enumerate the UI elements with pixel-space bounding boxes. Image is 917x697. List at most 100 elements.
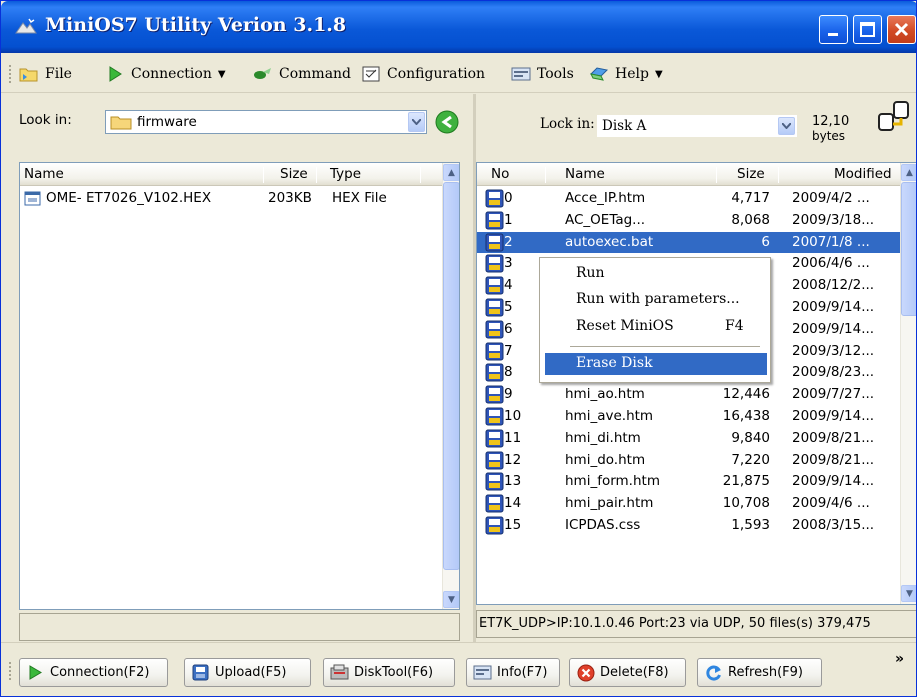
file-size: 8,068 xyxy=(731,211,770,228)
delete-button[interactable]: Delete(F8) xyxy=(569,658,686,687)
go-back-button[interactable] xyxy=(434,109,460,135)
local-folder-combo[interactable]: firmware xyxy=(105,110,427,134)
scrollbar-thumb[interactable] xyxy=(443,182,459,570)
menu-help-label: Help xyxy=(615,66,649,82)
list-item[interactable]: 13 hmi_form.htm 21,875 2009/9/14... xyxy=(477,471,900,492)
disk-file-icon xyxy=(485,254,504,273)
free-space-readout: 12,10 bytes xyxy=(812,115,849,144)
list-item[interactable]: 14 hmi_pair.htm 10,708 2009/4/6 ... xyxy=(477,493,900,514)
disk-link-icon xyxy=(878,101,909,131)
info-button[interactable]: Info(F7) xyxy=(466,658,560,687)
file-number: 1 xyxy=(504,211,513,228)
column-header-size[interactable]: Size xyxy=(280,166,308,182)
list-item[interactable]: OME- ET7026_V102.HEX 203KB HEX File xyxy=(20,188,442,209)
menu-connection-label: Connection xyxy=(131,66,212,82)
local-file-list[interactable]: Name Size Type OME- ET7026_V102.HEX 203K… xyxy=(19,162,460,610)
local-vertical-scrollbar[interactable]: ▲ ▼ xyxy=(442,163,459,609)
list-item[interactable]: 12 hmi_do.htm 7,220 2009/8/21... xyxy=(477,450,900,471)
file-number: 9 xyxy=(504,386,513,403)
folder-icon xyxy=(110,116,132,130)
file-modified: 2009/3/12... xyxy=(792,342,875,359)
file-number: 2 xyxy=(504,233,513,250)
remote-disk-combo[interactable]: Disk A xyxy=(597,115,797,137)
disk-file-icon xyxy=(485,429,504,448)
menu-connection[interactable]: Connection ▼ xyxy=(105,64,226,84)
file-name: hmi_di.htm xyxy=(565,429,641,446)
context-item-reset-minios[interactable]: Reset MiniOS F4 xyxy=(545,316,767,338)
remote-status-bar: ET7K_UDP>IP:10.1.0.46 Port:23 via UDP, 5… xyxy=(476,610,916,638)
file-modified: 2008/3/15... xyxy=(792,517,875,533)
column-header-name[interactable]: Name xyxy=(565,166,605,182)
context-item-run-with-parameters[interactable]: Run with parameters... xyxy=(545,289,767,311)
upload-button[interactable]: Upload(F5) xyxy=(184,658,311,687)
refresh-button[interactable]: Refresh(F9) xyxy=(697,658,822,687)
column-header-no[interactable]: No xyxy=(491,166,509,182)
remote-vertical-scrollbar[interactable]: ▲ ▼ xyxy=(900,163,916,604)
scroll-up-button[interactable]: ▲ xyxy=(443,164,459,181)
file-number: 14 xyxy=(504,495,522,512)
scrollbar-thumb[interactable] xyxy=(901,182,916,316)
shortcut-label: F4 xyxy=(725,318,744,334)
close-icon xyxy=(894,22,909,37)
back-arrow-icon xyxy=(435,110,459,134)
disk-file-icon xyxy=(485,233,504,252)
list-item[interactable]: 0 Acce_IP.htm 4,717 2009/4/2 ... xyxy=(477,188,900,209)
list-item[interactable]: 2 autoexec.bat 6 2007/1/8 ... xyxy=(477,231,900,253)
file-number: 15 xyxy=(504,517,522,533)
maximize-icon xyxy=(860,22,875,37)
chevron-down-icon[interactable] xyxy=(778,117,795,135)
remote-list-header: No Name Size Modified xyxy=(477,163,916,186)
file-number: 10 xyxy=(504,408,522,424)
scroll-down-button[interactable]: ▼ xyxy=(443,591,459,608)
tools-icon xyxy=(511,65,531,83)
column-header-modified[interactable]: Modified xyxy=(834,166,892,182)
menu-configuration[interactable]: Configuration xyxy=(361,64,485,84)
menu-configuration-label: Configuration xyxy=(387,66,486,82)
menu-command[interactable]: Command xyxy=(253,64,351,84)
menu-tools[interactable]: Tools xyxy=(511,64,574,84)
chevron-down-icon[interactable] xyxy=(408,112,425,132)
file-size: 21,875 xyxy=(722,473,770,490)
file-size: 203KB xyxy=(268,190,312,206)
toolbar-overflow-button[interactable]: » xyxy=(895,651,904,667)
chevron-down-icon: ▼ xyxy=(217,68,226,80)
disk-file-icon xyxy=(485,516,504,535)
file-size: 6 xyxy=(761,233,770,250)
list-item[interactable]: 11 hmi_di.htm 9,840 2009/8/21... xyxy=(477,428,900,449)
file-modified: 2009/4/2 ... xyxy=(792,190,870,206)
file-number: 13 xyxy=(504,473,522,490)
title-bar[interactable]: MiniOS7 Utility Verion 3.1.8 xyxy=(1,1,916,53)
menu-help[interactable]: Help ▼ xyxy=(589,64,663,84)
local-look-in-label: Look in: xyxy=(19,112,72,128)
file-number: 7 xyxy=(504,342,513,359)
file-modified: 2009/9/14... xyxy=(792,320,875,337)
context-item-erase-disk[interactable]: Erase Disk xyxy=(545,353,767,375)
remote-file-list[interactable]: No Name Size Modified 0 Acce_IP.htm 4,717 2… xyxy=(476,162,916,605)
disk-tool-button[interactable]: DiskTool(F6) xyxy=(323,658,455,687)
maximize-button[interactable] xyxy=(853,15,882,44)
file-size: 9,840 xyxy=(731,429,770,446)
menu-file[interactable]: File xyxy=(19,64,72,84)
file-modified: 2009/4/6 ... xyxy=(792,495,870,512)
scroll-down-button[interactable]: ▼ xyxy=(901,585,916,602)
list-item[interactable]: 1 AC_OETag... 8,068 2009/3/18... xyxy=(477,210,900,231)
column-header-size[interactable]: Size xyxy=(737,166,765,182)
local-panel: Look in: firmware Name Size Type OME- ET… xyxy=(1,94,473,642)
file-size: 12,446 xyxy=(722,386,770,403)
minimize-button[interactable] xyxy=(819,15,848,44)
close-button[interactable] xyxy=(887,15,916,44)
scroll-up-button[interactable]: ▲ xyxy=(901,164,916,181)
column-header-type[interactable]: Type xyxy=(330,166,361,182)
disk-file-icon xyxy=(485,472,504,491)
list-item[interactable]: 15 ICPDAS.css 1,593 2008/3/15... xyxy=(477,515,900,536)
file-name: autoexec.bat xyxy=(565,233,654,250)
play-icon xyxy=(26,664,45,681)
toolbar-grip[interactable] xyxy=(9,65,13,83)
disk-file-icon xyxy=(485,451,504,470)
list-item[interactable]: 10 hmi_ave.htm 16,438 2009/9/14... xyxy=(477,406,900,427)
connection-button[interactable]: Connection(F2) xyxy=(19,658,168,687)
list-item[interactable]: 9 hmi_ao.htm 12,446 2009/7/27... xyxy=(477,384,900,405)
context-item-run[interactable]: Run xyxy=(545,263,767,285)
column-header-name[interactable]: Name xyxy=(24,166,64,182)
app-icon xyxy=(15,18,37,34)
